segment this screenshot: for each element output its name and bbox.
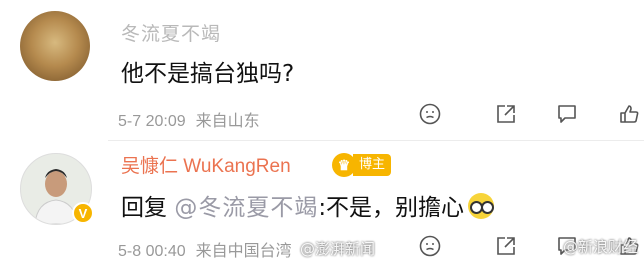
reply-button[interactable] [556, 103, 578, 125]
share-icon [497, 105, 515, 123]
react-button[interactable] [419, 103, 441, 125]
comment-time: 5-8 00:40 [118, 243, 186, 260]
react-button[interactable] [419, 235, 441, 257]
face-icon [419, 103, 441, 125]
comment-location: 来自山东 [195, 113, 260, 130]
comment-icon [558, 105, 576, 123]
share-button[interactable] [495, 235, 517, 257]
comment-time: 5-7 20:09 [118, 113, 186, 130]
comment-username[interactable]: 冬流夏不竭 [121, 19, 221, 46]
verified-icon: V [72, 202, 94, 224]
thumbs-up-icon [620, 105, 639, 123]
comment-text: 他不是搞台独吗? [121, 61, 295, 87]
comment-text: 回复 @冬流夏不竭:不是，别擔心 [121, 188, 495, 222]
blogger-badge: ♛ 博主 [332, 153, 392, 177]
avatar[interactable] [20, 11, 90, 81]
comment-location: 来自中国台湾 [195, 243, 292, 260]
reply-prefix: 回复 [121, 195, 167, 221]
badge-label: 博主 [353, 154, 392, 176]
like-button[interactable] [618, 103, 640, 125]
comment-meta: 5-7 20:09 来自山东 [118, 107, 260, 131]
mention-link[interactable]: @冬流夏不竭 [174, 195, 318, 221]
watermark: @澎湃新闻 [300, 240, 376, 258]
share-icon [497, 237, 515, 255]
comment-meta: 5-8 00:40 来自中国台湾 [118, 237, 292, 261]
comment-username[interactable]: 吴慷仁 WuKangRen [121, 151, 291, 178]
face-icon [419, 235, 441, 257]
watermark: @新浪财经 [562, 238, 638, 256]
comment-item: 冬流夏不竭 他不是搞台独吗? 5-7 20:09 来自山东 [0, 0, 644, 140]
reply-body: :不是，别擔心 [318, 195, 465, 221]
glasses-emoji-icon [468, 193, 495, 219]
share-button[interactable] [495, 103, 517, 125]
